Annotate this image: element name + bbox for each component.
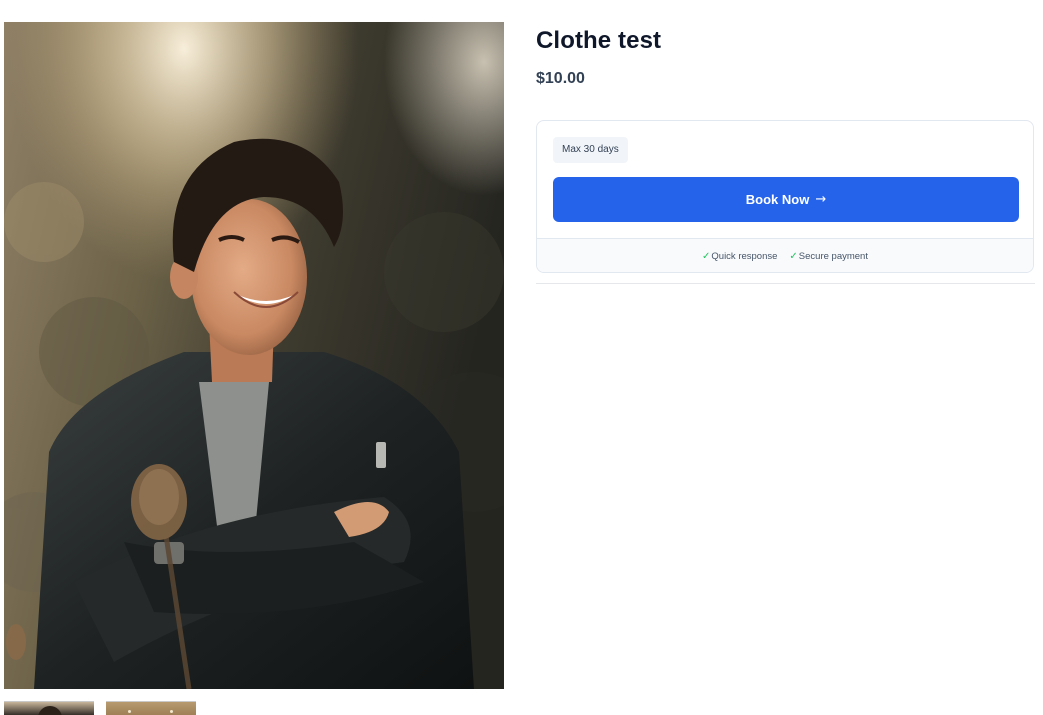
feature-label: Secure payment <box>798 251 868 262</box>
check-icon: ✓ <box>702 251 711 262</box>
book-now-label: Book Now <box>745 192 810 207</box>
check-icon: ✓ <box>789 251 798 262</box>
thumbnail-light <box>128 710 131 713</box>
duration-badge: Max 30 days <box>553 137 628 163</box>
book-now-button[interactable]: Book Now → <box>553 177 1019 222</box>
feature-quick-response: ✓ Quick response <box>702 251 777 262</box>
thumbnail-light <box>170 710 173 713</box>
product-main-image[interactable] <box>4 22 504 689</box>
product-title: Clothe test <box>536 27 662 54</box>
booking-card-footer: ✓ Quick response ✓ Secure payment <box>537 238 1033 272</box>
feature-secure-payment: ✓ Secure payment <box>789 251 868 262</box>
thumbnail-1[interactable] <box>4 701 94 715</box>
arrow-right-icon: → <box>815 192 827 207</box>
section-divider <box>536 283 1035 284</box>
thumbnail-2[interactable] <box>106 701 196 715</box>
booking-card: Max 30 days Book Now → ✓ Quick response … <box>536 120 1034 273</box>
product-page: Clothe test $10.00 Max 30 days Book Now … <box>0 0 1043 715</box>
feature-label: Quick response <box>711 251 778 262</box>
thumbnail-figure <box>38 706 62 715</box>
product-price: $10.00 <box>536 70 585 87</box>
